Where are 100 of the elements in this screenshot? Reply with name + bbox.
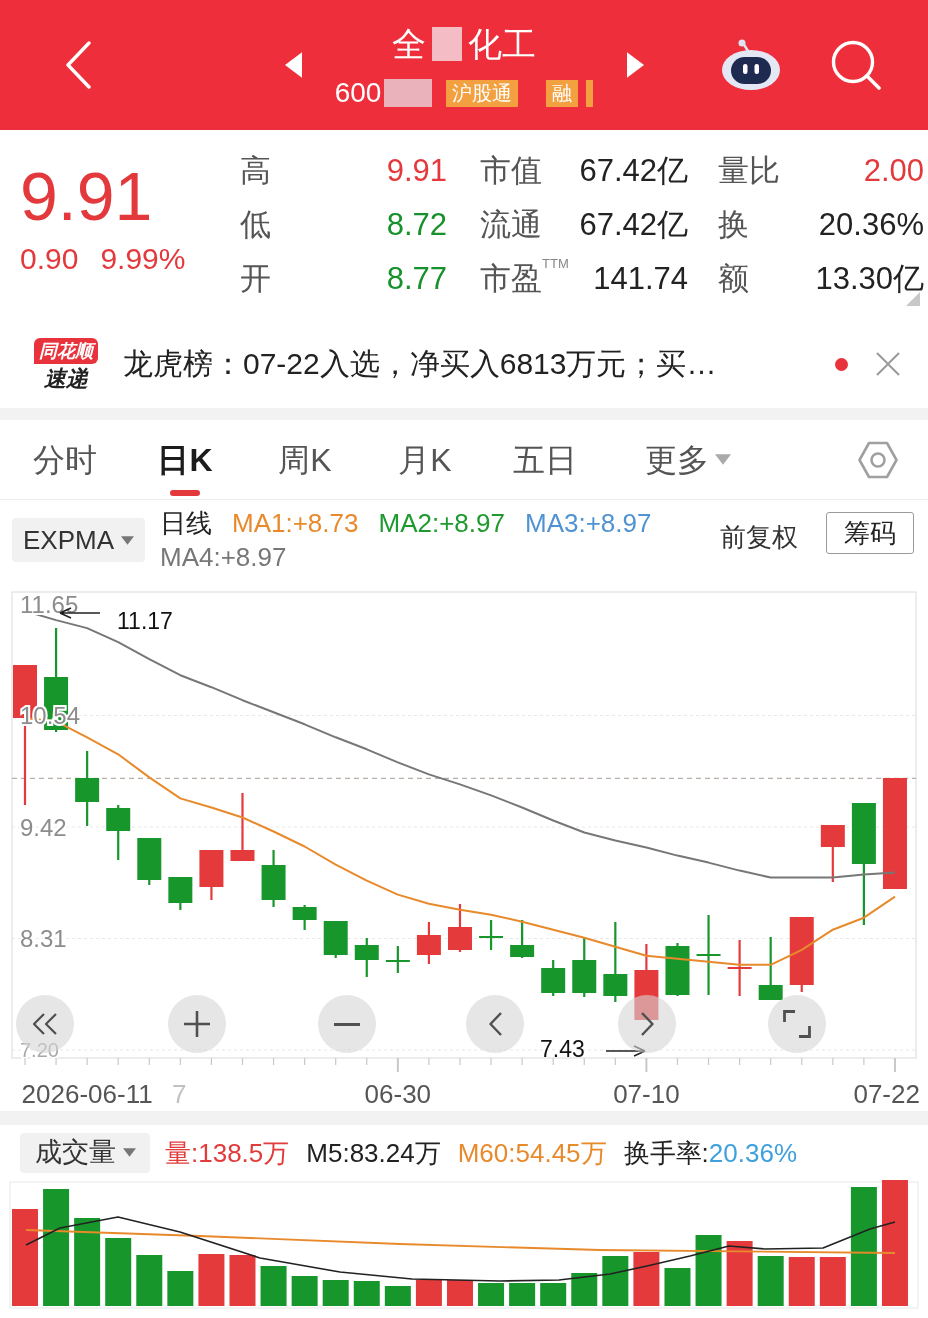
stat-label: 换 (718, 208, 749, 240)
settings-button[interactable] (858, 439, 898, 480)
volume-bar (384, 1286, 411, 1306)
stat-label: 流通 (480, 208, 542, 240)
source-badge: 同花顺 (34, 338, 98, 364)
volume-bar (105, 1238, 132, 1306)
candle (820, 825, 845, 882)
stat-value: 20.36% (818, 208, 924, 240)
volume-indicator-dropdown[interactable]: 成交量 (20, 1132, 150, 1173)
volume-bar (415, 1280, 442, 1306)
double-chevron-left-icon (33, 1013, 57, 1035)
stat-value: 67.42亿 (579, 208, 688, 240)
moving-average-value: MA4:+8.97 (160, 541, 287, 574)
price-adjustment-toggle[interactable]: 前复权 (720, 518, 798, 556)
volume-bar (726, 1241, 753, 1306)
candle (292, 905, 317, 930)
pixelated-block (384, 79, 433, 107)
candle (416, 922, 441, 964)
indicator-dropdown[interactable]: EXPMA (12, 518, 145, 562)
stock-name: 化工 (468, 27, 536, 61)
volume-bar (167, 1271, 194, 1306)
search-icon (831, 40, 881, 90)
chips-button[interactable]: 筹码 (826, 512, 914, 554)
robot-icon (721, 39, 781, 91)
pixelated-block (432, 27, 462, 61)
chart-period-tab[interactable]: 周K (245, 419, 365, 500)
stat-value: 13.30亿 (815, 262, 924, 294)
next-button[interactable] (618, 995, 676, 1053)
date-axis-label: 7 (172, 1079, 187, 1109)
volume-reading: 换手率: (623, 1139, 709, 1166)
current-price: 9.91 (20, 162, 153, 230)
chart-period-tab[interactable]: 五日 (485, 419, 605, 500)
moving-average-value: MA2:+8.97 (378, 507, 505, 540)
volume-reading: 20.36% (708, 1139, 797, 1166)
zoom-out-button[interactable] (318, 995, 376, 1053)
volume-reading: M5:83.24万 (306, 1139, 441, 1166)
date-axis-label: 2026-06-11 (21, 1079, 153, 1109)
stat-value: 141.74 (593, 262, 688, 294)
volume-bar (819, 1257, 846, 1306)
source-label: 速递 (44, 368, 88, 390)
price-axis-label: 7.20 (20, 1039, 59, 1061)
low-price-arrow (605, 1045, 646, 1057)
price-axis-label: 10.54 (20, 702, 81, 729)
date-axis-label: 07-10 (613, 1079, 680, 1109)
date-axis-label: 07-22 (853, 1079, 920, 1109)
candle (572, 937, 597, 997)
chevron-left-icon (488, 1012, 502, 1036)
moving-average-value: MA1:+8.73 (232, 507, 359, 540)
zoom-in-button[interactable] (168, 995, 226, 1053)
stat-value: 67.42亿 (579, 154, 688, 186)
volume-bar (509, 1283, 536, 1306)
corner-brackets-icon (783, 1010, 811, 1038)
volume-bar (478, 1283, 505, 1306)
chart-period-tab[interactable]: 月K (365, 419, 485, 500)
triangle-right-icon (626, 52, 644, 78)
candle (448, 904, 472, 952)
caret-down-icon (121, 535, 134, 545)
candle (199, 850, 224, 900)
news-headline[interactable]: 龙虎榜：07-22入选，净买入6813万元；买… (123, 349, 717, 379)
volume-reading: M60:54.45万 (457, 1139, 607, 1166)
triangle-left-icon (284, 52, 302, 78)
volume-bar (664, 1268, 691, 1306)
minus-icon (334, 1022, 360, 1026)
stock-name: 全 (392, 27, 426, 61)
volume-bar (353, 1281, 380, 1306)
volume-bar (198, 1254, 225, 1306)
candle (665, 943, 690, 996)
more-menu-tab[interactable]: 更多 (605, 419, 755, 500)
chart-period-tab[interactable]: 分时 (5, 419, 125, 500)
close-button[interactable] (874, 350, 902, 378)
fullscreen-button[interactable] (768, 995, 826, 1053)
previous-button[interactable] (466, 995, 524, 1053)
candle (385, 946, 410, 973)
candle (137, 838, 162, 885)
stat-value: 2.00 (863, 154, 924, 186)
candle (479, 920, 504, 950)
candle (323, 921, 348, 958)
price-axis-label: 9.42 (20, 813, 67, 841)
chart-period-tab[interactable]: 日K (125, 419, 245, 500)
volume-bar (136, 1255, 163, 1306)
volume-bar (322, 1280, 349, 1306)
volume-bar (291, 1276, 318, 1306)
stat-label: 高 (240, 154, 271, 186)
stat-value: 8.77 (386, 262, 447, 294)
stat-label: 额 (718, 262, 749, 294)
assistant-button[interactable] (720, 37, 782, 93)
volume-bar (757, 1256, 784, 1306)
close-icon (876, 352, 900, 376)
candle (727, 940, 752, 996)
volume-reading: 量:138.5万 (165, 1139, 290, 1166)
price-axis-label: 11.65 (20, 590, 79, 618)
volume-bar (695, 1235, 722, 1306)
chevron-right-icon (640, 1012, 654, 1036)
caret-down-icon (715, 454, 731, 465)
candle (758, 937, 783, 1000)
candle (261, 850, 286, 907)
date-axis-label: 06-30 (364, 1079, 432, 1109)
stat-label: 开 (240, 262, 271, 294)
plus-icon (184, 1011, 210, 1037)
volume-bar (229, 1255, 256, 1306)
